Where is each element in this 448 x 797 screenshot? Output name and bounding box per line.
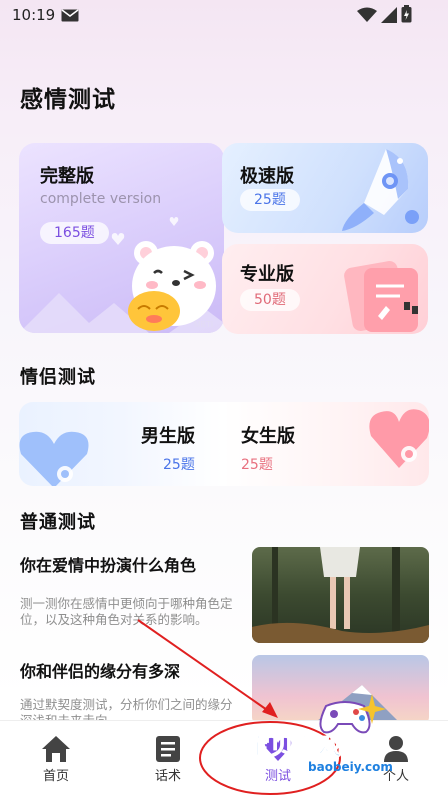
person-icon <box>384 736 408 762</box>
complete-version-subtitle: complete version <box>40 191 162 207</box>
battery-icon <box>401 5 412 23</box>
general-test-heading: 普通测试 <box>20 512 96 533</box>
fast-version-title: 极速版 <box>240 166 294 187</box>
article-description: 测一测你在感情中更倾向于哪种角色定位，以及这种角色对关系的影响。 <box>20 596 233 627</box>
bottom-navigation: 首页 话术 测试 个人 <box>0 720 448 797</box>
article-thumbnail[interactable] <box>252 547 429 643</box>
heart-icon <box>111 233 125 245</box>
male-version-title: 男生版 <box>141 426 195 447</box>
mascot-text: MBTI <box>194 320 213 329</box>
document-icon <box>156 736 180 762</box>
pro-version-count: 50题 <box>240 289 300 311</box>
sunset-mountain-image <box>312 685 402 725</box>
status-bar: 10:19 <box>0 0 448 34</box>
wifi-icon <box>357 7 377 22</box>
nav-test[interactable]: 测试 <box>233 721 323 797</box>
status-time: 10:19 <box>12 6 56 24</box>
nav-home-label: 首页 <box>42 769 69 784</box>
complete-version-count: 165题 <box>40 222 109 244</box>
female-version-card[interactable]: 女生版 25题 <box>223 402 429 486</box>
blue-heart-illustration <box>19 431 89 486</box>
pink-heart-illustration <box>369 409 429 468</box>
nav-profile[interactable]: 个人 <box>351 721 441 797</box>
female-version-title: 女生版 <box>241 426 295 447</box>
rocket-illustration <box>342 149 419 231</box>
article-thumbnail[interactable] <box>252 655 429 725</box>
article-title[interactable]: 你在爱情中扮演什么角色 <box>20 552 196 576</box>
signal-icon <box>381 7 397 23</box>
nav-home[interactable]: 首页 <box>11 721 101 797</box>
article-title[interactable]: 你和伴侣的缘分有多深 <box>20 658 180 682</box>
couple-test-heading: 情侣测试 <box>20 367 96 388</box>
heart-icon <box>264 737 292 761</box>
bear-mascot-illustration: MBTI <box>128 241 216 331</box>
nav-profile-label: 个人 <box>382 769 409 784</box>
nav-test-label: 测试 <box>264 769 291 784</box>
nav-scripts-label: 话术 <box>154 769 181 784</box>
fast-version-card[interactable]: 极速版 25题 <box>222 143 428 233</box>
male-version-count: 25题 <box>163 457 195 473</box>
pro-version-title: 专业版 <box>240 264 294 285</box>
fast-version-count: 25题 <box>240 189 300 211</box>
page-title: 感情测试 <box>20 87 116 113</box>
male-version-card[interactable]: 男生版 25题 <box>19 402 223 486</box>
mail-icon <box>61 9 79 22</box>
notebook-illustration <box>344 261 418 332</box>
nav-scripts[interactable]: 话术 <box>123 721 213 797</box>
heart-icon <box>169 217 179 226</box>
complete-version-card[interactable]: 完整版 complete version 165题 MBTI <box>19 143 224 333</box>
forest-legs-image <box>252 547 429 643</box>
home-icon <box>42 736 70 762</box>
complete-version-title: 完整版 <box>40 166 94 187</box>
female-version-count: 25题 <box>241 457 273 473</box>
pro-version-card[interactable]: 专业版 50题 <box>222 244 428 334</box>
